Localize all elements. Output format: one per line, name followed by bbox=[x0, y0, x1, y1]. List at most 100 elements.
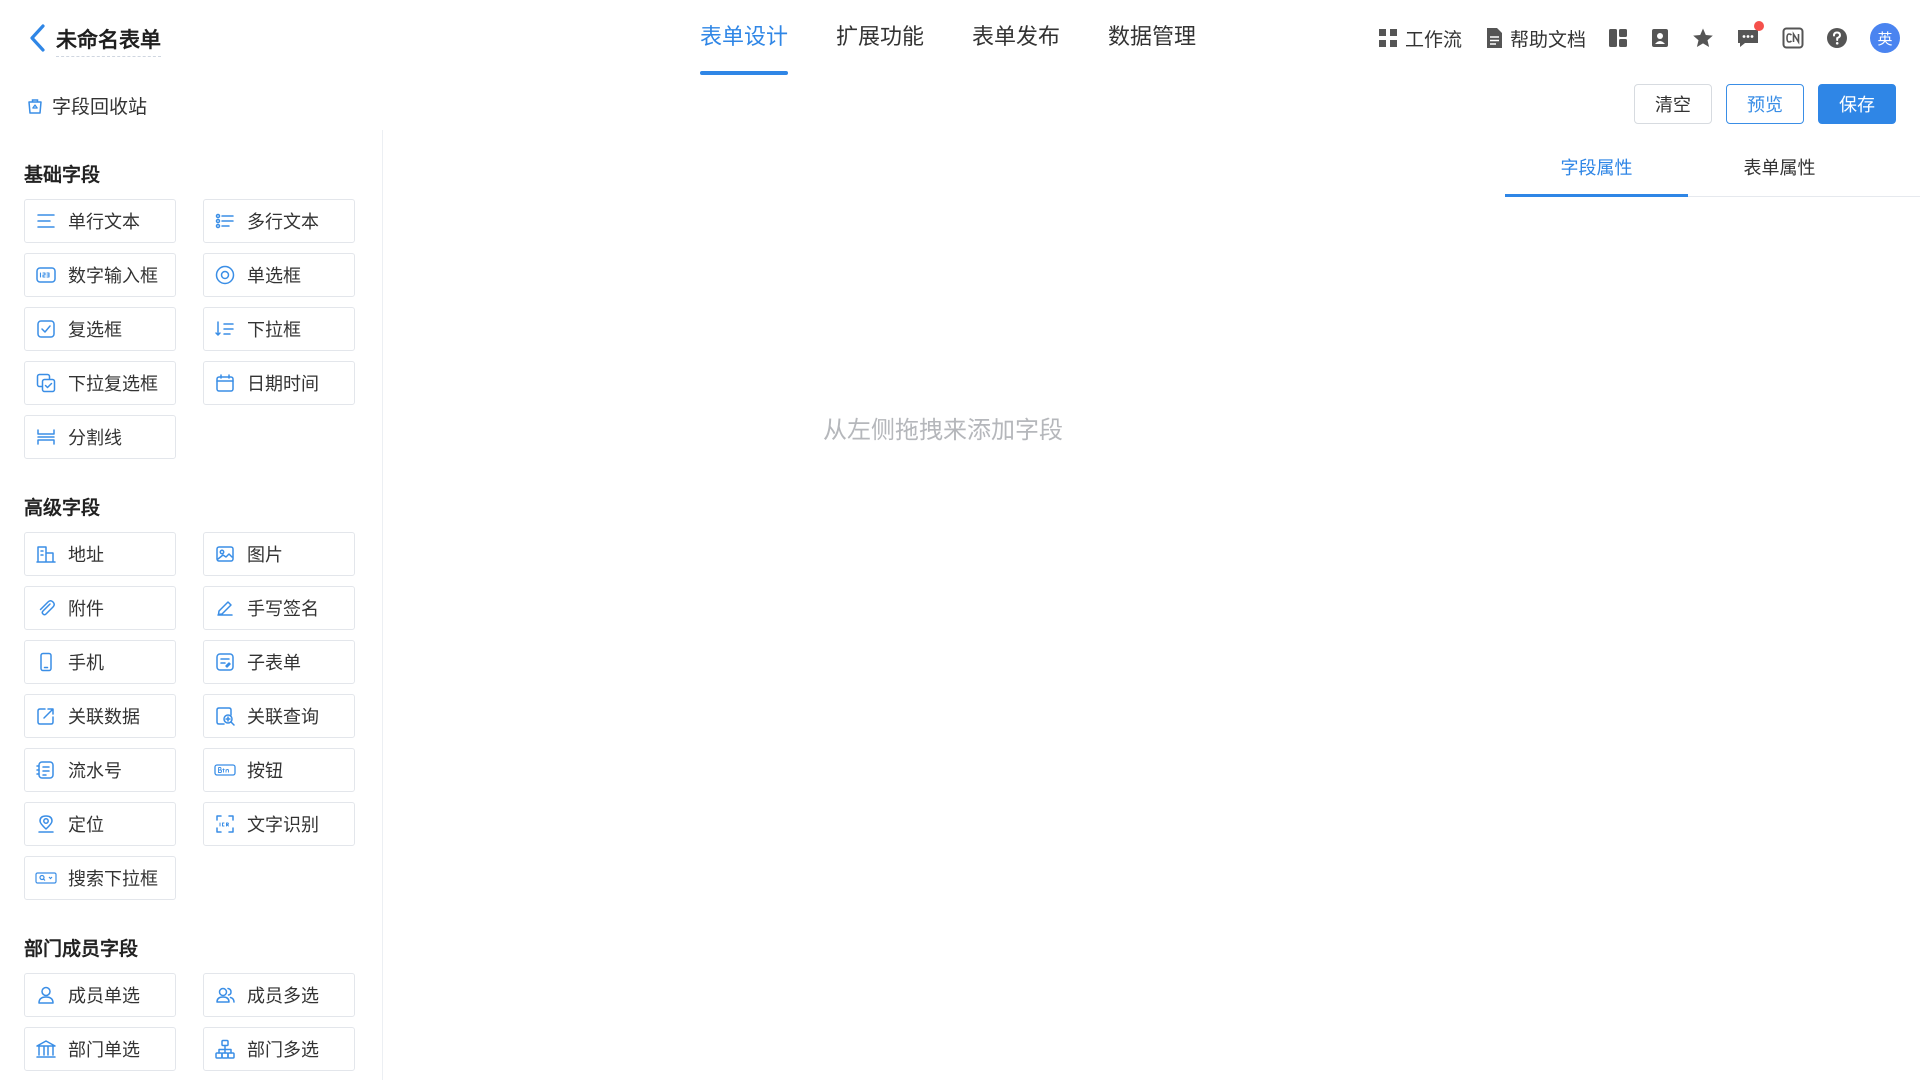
field-label: 多行文本 bbox=[247, 212, 319, 233]
help-button[interactable] bbox=[1826, 27, 1848, 49]
favorite-button[interactable] bbox=[1692, 27, 1714, 49]
back-button[interactable] bbox=[26, 22, 50, 54]
field-member-multi[interactable]: 成员多选 bbox=[203, 973, 355, 1017]
field-label: 关联查询 bbox=[247, 707, 319, 728]
linked-query-icon bbox=[213, 704, 237, 728]
field-linked-data[interactable]: 关联数据 bbox=[24, 694, 176, 738]
workflow-icon bbox=[1378, 29, 1397, 47]
field-recycle-bin[interactable]: 字段回收站 bbox=[26, 92, 147, 119]
contacts-button[interactable] bbox=[1650, 28, 1670, 48]
field-linked-query[interactable]: 关联查询 bbox=[203, 694, 355, 738]
tab-form-publish[interactable]: 表单发布 bbox=[972, 0, 1060, 76]
member-multi-icon bbox=[213, 983, 237, 1007]
tab-form-design[interactable]: 表单设计 bbox=[700, 0, 789, 76]
linked-data-icon bbox=[34, 704, 58, 728]
image-icon bbox=[213, 542, 237, 566]
save-button[interactable]: 保存 bbox=[1818, 84, 1896, 124]
field-label: 部门多选 bbox=[247, 1040, 319, 1061]
dropdown-icon bbox=[213, 317, 237, 341]
advanced-fields-grid: 地址 图片 附件 手写签名手机 子表单关联数据 关联查询流水号 按钮定位 文字识别搜索下拉框 bbox=[24, 532, 382, 900]
number-input-icon bbox=[34, 263, 58, 287]
radio-icon bbox=[213, 263, 237, 287]
signature-icon bbox=[213, 596, 237, 620]
dept-fields-section: 部门成员字段 成员单选 成员多选部门单选 部门多选 bbox=[24, 934, 382, 1071]
field-radio[interactable]: 单选框 bbox=[203, 253, 355, 297]
basic-fields-grid: 单行文本 多行文本数字输入框 单选框复选框 下拉框下拉复选框 日期时间分割线 bbox=[24, 199, 382, 459]
field-dept-single[interactable]: 部门单选 bbox=[24, 1027, 176, 1071]
field-label: 地址 bbox=[68, 545, 104, 566]
field-member-single[interactable]: 成员单选 bbox=[24, 973, 176, 1017]
language-icon bbox=[1782, 27, 1804, 49]
field-label: 分割线 bbox=[68, 428, 122, 449]
field-dropdown-multi[interactable]: 下拉复选框 bbox=[24, 361, 176, 405]
field-ocr[interactable]: 文字识别 bbox=[203, 802, 355, 846]
workflow-label: 工作流 bbox=[1404, 28, 1462, 51]
dept-single-icon bbox=[34, 1037, 58, 1061]
tab-form-properties[interactable]: 表单属性 bbox=[1688, 130, 1871, 196]
field-phone[interactable]: 手机 bbox=[24, 640, 176, 684]
advanced-fields-section: 高级字段 地址 图片 附件 手写签名 手机 子表单 关联数据 关联查询 流水号 按钮 定位 文字识别搜… bbox=[24, 493, 382, 900]
dept-multi-icon bbox=[213, 1037, 237, 1061]
field-serial-number[interactable]: 流水号 bbox=[24, 748, 176, 792]
field-label: 关联数据 bbox=[68, 707, 140, 728]
tab-field-properties[interactable]: 字段属性 bbox=[1505, 130, 1688, 197]
dropdown-multi-icon bbox=[34, 371, 58, 395]
checkbox-icon bbox=[34, 317, 58, 341]
field-label: 成员多选 bbox=[247, 986, 319, 1007]
calendar-icon bbox=[213, 371, 237, 395]
field-signature[interactable]: 手写签名 bbox=[203, 586, 355, 630]
field-checkbox[interactable]: 复选框 bbox=[24, 307, 176, 351]
field-dropdown[interactable]: 下拉框 bbox=[203, 307, 355, 351]
main-tabs: 表单设计 扩展功能 表单发布 数据管理 bbox=[700, 0, 1244, 76]
field-label: 数字输入框 bbox=[68, 266, 158, 287]
tab-extensions[interactable]: 扩展功能 bbox=[836, 0, 924, 76]
help-docs-button[interactable]: 帮助文档 bbox=[1484, 25, 1586, 52]
serial-number-icon bbox=[34, 758, 58, 782]
field-label: 流水号 bbox=[68, 761, 122, 782]
layout-button[interactable] bbox=[1608, 28, 1628, 48]
field-address[interactable]: 地址 bbox=[24, 532, 176, 576]
language-button[interactable] bbox=[1782, 27, 1804, 49]
field-image[interactable]: 图片 bbox=[203, 532, 355, 576]
field-location[interactable]: 定位 bbox=[24, 802, 176, 846]
canvas-placeholder: 从左侧拖拽来添加字段 bbox=[823, 416, 1063, 444]
field-dept-multi[interactable]: 部门多选 bbox=[203, 1027, 355, 1071]
field-subform[interactable]: 子表单 bbox=[203, 640, 355, 684]
properties-tabs: 字段属性 表单属性 bbox=[1505, 130, 1920, 197]
field-divider[interactable]: 分割线 bbox=[24, 415, 176, 459]
document-icon bbox=[1486, 28, 1502, 48]
field-label: 文字识别 bbox=[247, 815, 319, 836]
attachment-icon bbox=[34, 596, 58, 620]
field-single-line-text[interactable]: 单行文本 bbox=[24, 199, 176, 243]
field-button[interactable]: 按钮 bbox=[203, 748, 355, 792]
star-icon bbox=[1693, 28, 1713, 47]
workflow-button[interactable]: 工作流 bbox=[1377, 25, 1462, 52]
form-actions: 清空 预览 保存 bbox=[1620, 84, 1896, 124]
field-label: 手写签名 bbox=[247, 599, 319, 620]
form-title[interactable]: 未命名表单 bbox=[56, 24, 161, 57]
field-label: 复选框 bbox=[68, 320, 122, 341]
field-attachment[interactable]: 附件 bbox=[24, 586, 176, 630]
recycle-bin-icon bbox=[28, 98, 42, 114]
preview-button[interactable]: 预览 bbox=[1726, 84, 1804, 124]
field-search-dropdown[interactable]: 搜索下拉框 bbox=[24, 856, 176, 900]
clear-button[interactable]: 清空 bbox=[1634, 84, 1712, 124]
user-avatar-button[interactable]: 英 bbox=[1870, 23, 1900, 53]
field-label: 按钮 bbox=[247, 761, 283, 782]
form-canvas[interactable]: 从左侧拖拽来添加字段 bbox=[383, 130, 1503, 1080]
section-title: 部门成员字段 bbox=[24, 938, 139, 960]
messages-button[interactable] bbox=[1736, 21, 1764, 49]
field-label: 定位 bbox=[68, 815, 104, 836]
field-multi-line-text[interactable]: 多行文本 bbox=[203, 199, 355, 243]
field-label: 下拉框 bbox=[247, 320, 301, 341]
top-header: 未命名表单 表单设计 扩展功能 表单发布 数据管理 工作流 帮助文档 英 bbox=[0, 0, 1920, 76]
field-calendar[interactable]: 日期时间 bbox=[203, 361, 355, 405]
tab-data-management[interactable]: 数据管理 bbox=[1108, 0, 1196, 76]
help-docs-label: 帮助文档 bbox=[1509, 28, 1586, 51]
field-label: 成员单选 bbox=[68, 986, 140, 1007]
address-icon bbox=[34, 542, 58, 566]
field-label: 日期时间 bbox=[247, 374, 319, 395]
field-number-input[interactable]: 数字输入框 bbox=[24, 253, 176, 297]
dept-fields-grid: 成员单选 成员多选部门单选 部门多选 bbox=[24, 973, 382, 1071]
field-label: 单选框 bbox=[247, 266, 301, 287]
